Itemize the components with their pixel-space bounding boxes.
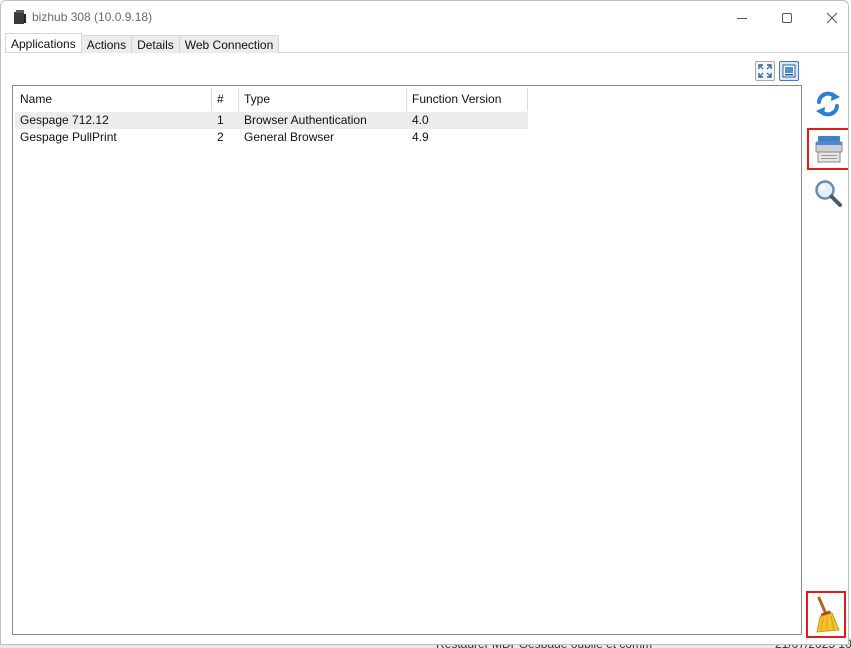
- maximize-button[interactable]: [765, 1, 809, 34]
- title-bar[interactable]: bizhub 308 (10.0.9.18): [1, 1, 848, 34]
- minimize-icon: [737, 17, 747, 19]
- refresh-button[interactable]: [809, 85, 847, 123]
- expand-view-button[interactable]: [755, 61, 775, 81]
- table-row[interactable]: Gespage PullPrint 2 General Browser 4.9: [15, 129, 528, 146]
- search-button[interactable]: [809, 174, 847, 212]
- close-button[interactable]: [810, 1, 848, 34]
- cell-number: 2: [217, 130, 224, 144]
- main-window: bizhub 308 (10.0.9.18) Applications Acti…: [0, 0, 849, 645]
- tab-web-connection[interactable]: Web Connection: [178, 35, 280, 53]
- tab-applications[interactable]: Applications: [5, 33, 82, 52]
- tab-actions[interactable]: Actions: [80, 35, 133, 53]
- cell-name: Gespage 712.12: [20, 113, 109, 127]
- tab-bar: Applications Actions Details Web Connect…: [5, 33, 280, 53]
- column-header-number[interactable]: #: [212, 88, 239, 111]
- expand-view-icon: [758, 64, 772, 78]
- printer-button[interactable]: [807, 128, 848, 170]
- device-app-icon: [12, 9, 28, 25]
- column-header-name[interactable]: Name: [15, 88, 212, 111]
- detail-view-button[interactable]: [779, 61, 799, 81]
- cell-function-version: 4.0: [412, 113, 429, 127]
- close-icon: [826, 12, 838, 23]
- detail-view-icon: [782, 64, 796, 78]
- cell-type: Browser Authentication: [244, 113, 367, 127]
- cell-name: Gespage PullPrint: [20, 130, 117, 144]
- refresh-icon: [816, 91, 840, 117]
- cell-type: General Browser: [244, 130, 335, 144]
- cell-function-version: 4.9: [412, 130, 429, 144]
- minimize-button[interactable]: [720, 1, 764, 34]
- table-header: Name # Type Function Version: [15, 88, 528, 111]
- broom-icon: [816, 596, 840, 633]
- magnifier-icon: [815, 180, 842, 207]
- printer-icon: [815, 136, 843, 163]
- window-title: bizhub 308 (10.0.9.18): [32, 10, 153, 24]
- cell-number: 1: [217, 113, 224, 127]
- column-header-type[interactable]: Type: [239, 88, 407, 111]
- table-row[interactable]: Gespage 712.12 1 Browser Authentication …: [15, 112, 528, 129]
- column-header-function-version[interactable]: Function Version: [407, 88, 528, 111]
- maximize-icon: [782, 12, 792, 23]
- tab-details[interactable]: Details: [131, 35, 180, 53]
- clean-button[interactable]: [806, 591, 846, 638]
- applications-table: Name # Type Function Version Gespage 712…: [12, 85, 802, 635]
